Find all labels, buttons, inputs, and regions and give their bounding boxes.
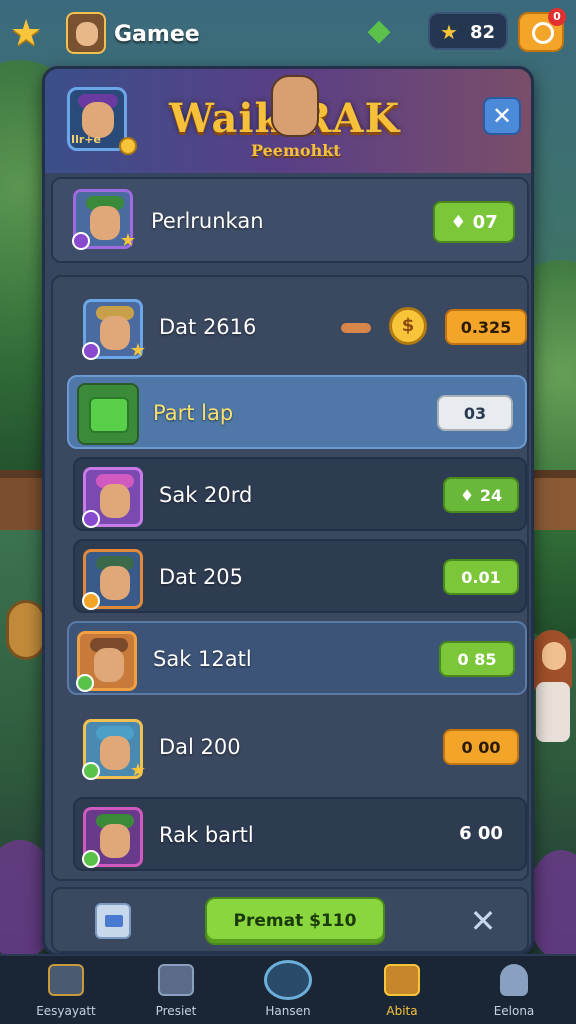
item-label: Sak 12atl <box>153 647 252 671</box>
item-avatar <box>82 549 143 610</box>
chest-icon <box>384 964 420 996</box>
item-avatar: ★ <box>82 299 146 360</box>
coin-icon <box>119 137 137 155</box>
barrel <box>6 600 46 660</box>
item-label: Dat 2616 <box>159 315 257 339</box>
coin-icon: ♦ <box>450 212 473 233</box>
premium-button[interactable]: Premat $110 <box>205 897 385 945</box>
banner-character <box>271 75 319 137</box>
nav-label: Hansen <box>265 1004 311 1018</box>
game-title: Gamee <box>114 22 200 47</box>
item-avatar <box>82 467 143 528</box>
featured-item[interactable]: ★ Perlrunkan ♦ 07 <box>51 177 529 263</box>
top-bar: ★ Gamee ◆ ★ 82 0 <box>0 0 576 64</box>
coin-count: 82 <box>470 22 496 43</box>
profile-icon <box>500 964 528 996</box>
cash-register-icon <box>77 383 139 445</box>
item-list: ★ Dat 2616 $ 0.325 Part lap 03 Sak 20rd … <box>51 275 529 881</box>
home-icon <box>48 964 84 996</box>
item-label: Part lap <box>153 401 234 425</box>
item-avatar <box>76 631 137 692</box>
nav-item-profile[interactable]: Eelona <box>466 962 562 1022</box>
list-item[interactable]: Sak 12atl 0 85 <box>67 621 527 695</box>
gem-icon[interactable]: ◆ <box>362 14 396 48</box>
coin-icon: ★ <box>440 20 458 44</box>
close-icon[interactable]: ✕ <box>463 901 503 941</box>
shop-panel: Ilr+e Waik RAK Peemohkt ✕ ★ Perlrunkan ♦… <box>42 66 534 956</box>
notification-badge: 0 <box>548 8 566 26</box>
coin-icon: $ <box>389 307 427 345</box>
banner-subtitle: Peemohkt <box>251 141 341 160</box>
coin-icon: ♦ <box>459 486 480 505</box>
npc-girl <box>532 630 576 750</box>
house-left <box>0 470 44 530</box>
item-price-button[interactable]: 0.325 <box>445 309 527 345</box>
nav-label: Eesyayatt <box>36 1004 96 1018</box>
item-price-button[interactable]: 0 85 <box>439 641 515 677</box>
item-price-button[interactable]: 03 <box>437 395 513 431</box>
item-label: Dal 200 <box>159 735 241 759</box>
inventory-icon[interactable] <box>95 903 131 939</box>
item-price: 24 <box>479 486 503 505</box>
notification-button[interactable]: 0 <box>518 8 566 52</box>
item-price[interactable]: 6 00 <box>443 817 519 853</box>
nav-item-center[interactable]: Hansen <box>240 960 336 1022</box>
item-price-button[interactable]: 0 00 <box>443 729 519 765</box>
item-label: Rak bartl <box>159 823 254 847</box>
item-price-button[interactable]: ♦ 24 <box>443 477 519 513</box>
item-avatar: ★ <box>82 719 146 780</box>
ring-icon <box>532 22 554 44</box>
item-price-button[interactable]: 0.01 <box>443 559 519 595</box>
nav-label: Presiet <box>155 1004 197 1018</box>
list-item[interactable]: Part lap 03 <box>67 375 527 449</box>
arrow-icon <box>341 323 371 333</box>
list-item[interactable]: Sak 20rd ♦ 24 <box>73 457 527 531</box>
featured-price-button[interactable]: ♦ 07 <box>433 201 515 243</box>
gift-icon <box>158 964 194 996</box>
globe-icon <box>264 960 312 1000</box>
coin-counter[interactable]: ★ 82 <box>428 12 508 50</box>
item-label: Sak 20rd <box>159 483 253 507</box>
featured-avatar: ★ <box>72 189 136 250</box>
bottom-navigation: Eesyayatt Presiet Hansen Abita Eelona <box>0 954 576 1024</box>
panel-footer: Premat $110 ✕ <box>51 887 529 953</box>
featured-label: Perlrunkan <box>151 209 264 233</box>
banner-hero-tag: Ilr+e <box>71 133 101 146</box>
list-item[interactable]: ★ Dat 2616 $ 0.325 <box>73 289 527 363</box>
house-right <box>532 470 576 530</box>
shop-banner: Ilr+e Waik RAK Peemohkt ✕ <box>45 69 531 173</box>
nav-item-home[interactable]: Eesyayatt <box>18 962 114 1022</box>
list-item[interactable]: Rak bartl 6 00 <box>73 797 527 871</box>
featured-price: 07 <box>472 212 498 233</box>
item-avatar <box>82 807 143 868</box>
list-item[interactable]: ★ Dal 200 0 00 <box>73 709 527 783</box>
player-avatar[interactable] <box>66 12 106 54</box>
close-button[interactable]: ✕ <box>483 97 521 135</box>
item-label: Dat 205 <box>159 565 244 589</box>
nav-item-present[interactable]: Presiet <box>128 962 224 1022</box>
nav-label: Eelona <box>493 1004 535 1018</box>
nav-label: Abita <box>386 1004 418 1018</box>
list-item[interactable]: Dat 205 0.01 <box>73 539 527 613</box>
nav-item-active[interactable]: Abita <box>354 962 450 1022</box>
star-icon[interactable]: ★ <box>10 14 50 54</box>
